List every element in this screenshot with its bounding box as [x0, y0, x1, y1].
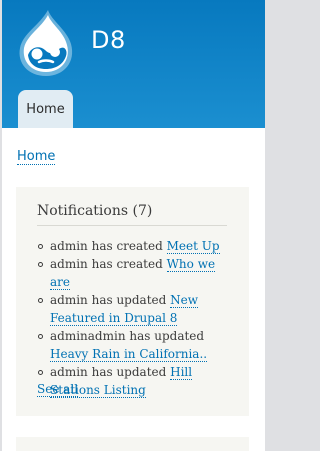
notification-link[interactable]: Heavy Rain in California.. — [50, 347, 208, 362]
bullet-icon — [38, 298, 43, 303]
notifications-title: Notifications (7) — [37, 203, 153, 219]
notification-text: admin has created — [50, 257, 167, 271]
list-item: admin has created Meet Up — [37, 237, 237, 255]
notification-text: admin has updated — [50, 293, 171, 307]
breadcrumb-home-link[interactable]: Home — [17, 149, 56, 165]
notification-link[interactable]: Meet Up — [166, 239, 220, 254]
bullet-icon — [38, 262, 43, 267]
list-item: admin has created Who we are — [37, 255, 237, 291]
drupal-drop-icon — [19, 10, 73, 76]
site-name[interactable]: D8 — [91, 26, 126, 54]
see-all-link[interactable]: See all — [37, 382, 79, 397]
site-header: D8 Home — [2, 0, 265, 128]
notifications-block: Notifications (7) admin has created Meet… — [16, 187, 249, 416]
bullet-icon — [38, 370, 43, 375]
next-block — [16, 437, 249, 451]
page: D8 Home Home Notifications (7) admin has… — [2, 0, 265, 451]
drupal-logo[interactable] — [15, 8, 77, 78]
notification-text: adminadmin has updated — [50, 329, 205, 343]
tab-home[interactable]: Home — [18, 90, 73, 128]
breadcrumb: Home — [17, 149, 56, 165]
list-item: adminadmin has updated Heavy Rain in Cal… — [37, 327, 237, 363]
bullet-icon — [38, 244, 43, 249]
list-item: admin has updated New Featured in Drupal… — [37, 291, 237, 327]
title-divider — [37, 225, 227, 226]
bullet-icon — [38, 334, 43, 339]
notifications-list: admin has created Meet Up admin has crea… — [37, 237, 237, 399]
notification-text: admin has updated — [50, 365, 171, 379]
notification-text: admin has created — [50, 239, 167, 253]
see-all: See all — [37, 382, 79, 397]
